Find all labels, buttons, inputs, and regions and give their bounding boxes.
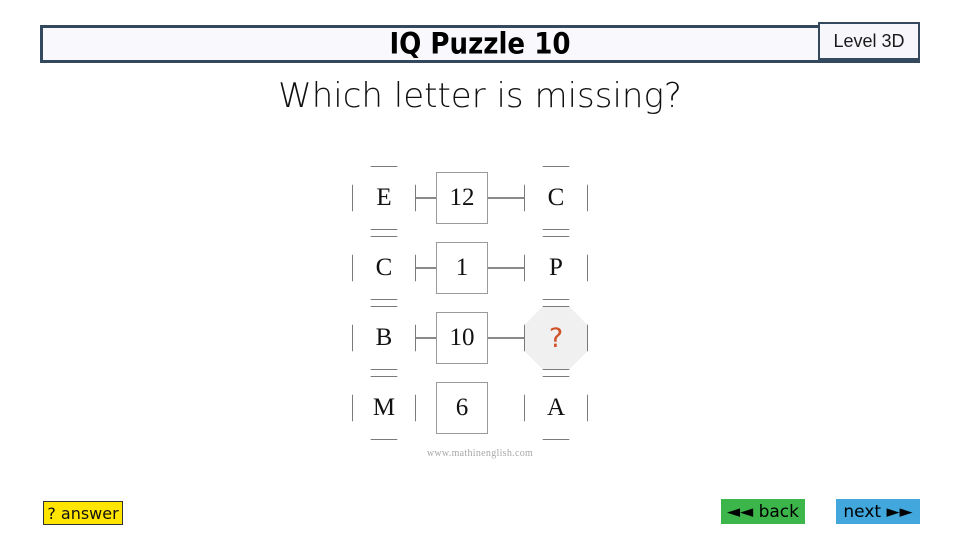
question-mark-icon: ? [548,322,564,354]
next-button[interactable]: next ►► [836,499,920,524]
puzzle-octagon-right: A [524,376,588,440]
connector-line-right [484,267,528,269]
back-button[interactable]: ◄◄ back [721,499,805,524]
puzzle-octagon-left: E [352,166,416,230]
title-bar: IQ Puzzle 10 [40,25,920,63]
puzzle-cell-value: C [547,184,565,211]
puzzle-square-middle: 12 [436,172,488,224]
puzzle-cell-value: A [546,394,566,421]
puzzle-octagon-left: M [352,376,416,440]
puzzle-row: B 10 ? [352,303,588,373]
connector-line-right [484,197,528,199]
connector-line-right [484,337,528,339]
level-badge: Level 3D [818,22,920,60]
puzzle-cell-value: E [376,184,392,211]
puzzle-cell-value: 6 [455,394,469,421]
puzzle-cell-value: 10 [449,324,475,351]
puzzle-octagon-right: C [524,166,588,230]
puzzle-square-middle: 10 [436,312,488,364]
puzzle-cell-value: P [549,254,563,281]
puzzle-octagon-left: C [352,236,416,300]
puzzle-row: E 12 C [352,163,588,233]
watermark: www.mathinenglish.com [426,448,534,459]
puzzle-cell-value: 12 [449,184,475,211]
puzzle-square-middle: 1 [436,242,488,294]
puzzle-octagon-unknown: ? [524,306,588,370]
puzzle-row: C 1 P [352,233,588,303]
puzzle-row: M 6 A [352,373,588,443]
puzzle-octagon-right: P [524,236,588,300]
level-label: Level 3D [833,30,905,51]
puzzle-grid: E 12 C C 1 P B 10 ? M 6 A [352,163,588,443]
answer-button[interactable]: ? answer [43,501,123,525]
puzzle-octagon-left: B [352,306,416,370]
puzzle-cell-value: C [375,254,393,281]
question-prompt: Which letter is missing? [278,76,682,116]
puzzle-square-middle: 6 [436,382,488,434]
puzzle-cell-value: 1 [455,254,469,281]
page-title: IQ Puzzle 10 [389,26,571,61]
puzzle-cell-value: B [375,324,393,351]
puzzle-cell-value: M [372,394,396,421]
